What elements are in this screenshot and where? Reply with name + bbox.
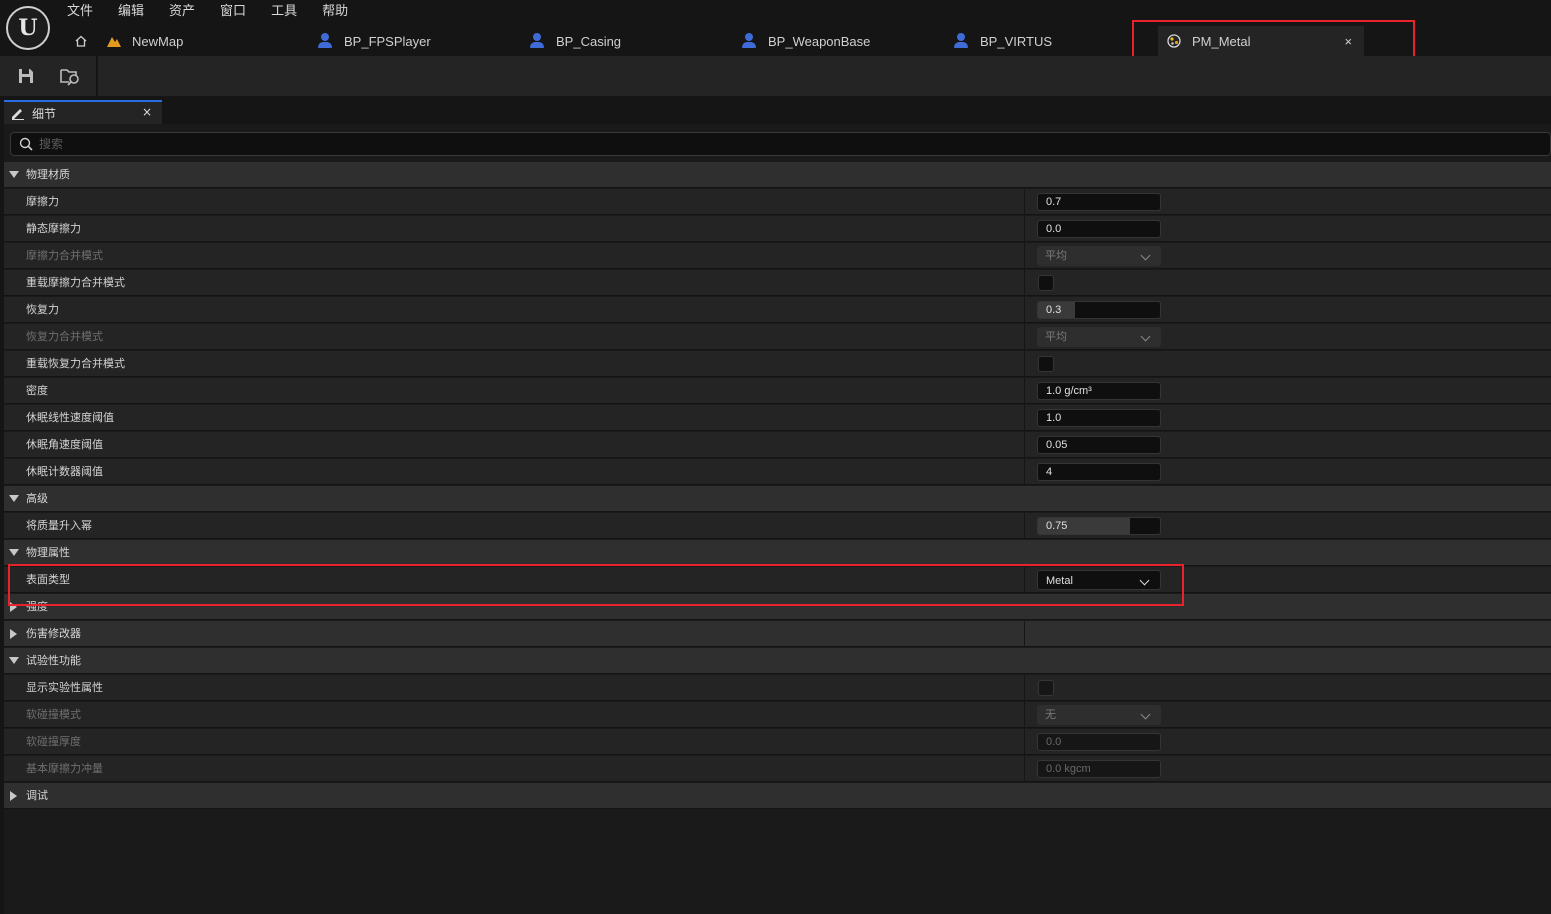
menu-help[interactable]: 帮助 xyxy=(321,2,360,22)
asset-toolbar xyxy=(0,56,1551,96)
section-advanced[interactable]: 高级 xyxy=(4,486,1551,512)
chevron-down-icon xyxy=(1140,250,1151,261)
prop-static-friction: 静态摩擦力 0.0 xyxy=(4,216,1551,242)
details-tab[interactable]: 细节 × xyxy=(4,100,162,124)
tab-label: PM_Metal xyxy=(1192,33,1251,49)
menu-asset[interactable]: 资产 xyxy=(168,2,207,22)
prop-friction: 摩擦力 0.7 xyxy=(4,189,1551,215)
sleep-linear-velocity-threshold-field[interactable]: 1.0 xyxy=(1037,409,1161,427)
section-physical-material[interactable]: 物理材质 xyxy=(4,162,1551,188)
section-strength[interactable]: 强度 xyxy=(4,594,1551,620)
prop-sleep-counter-threshold: 休眠计数器阈值 4 xyxy=(4,459,1551,485)
prop-restitution: 恢复力 0.3 xyxy=(4,297,1551,323)
level-map-icon xyxy=(107,37,121,47)
friction-field[interactable]: 0.7 xyxy=(1037,193,1161,211)
override-restitution-combine-mode-checkbox[interactable] xyxy=(1038,356,1054,372)
tab-bp-weaponbase[interactable]: BP_WeaponBase xyxy=(742,26,870,56)
expand-arrow-icon[interactable] xyxy=(9,657,19,664)
prop-density: 密度 1.0 g/cm³ xyxy=(4,378,1551,404)
surface-type-dropdown[interactable]: Metal xyxy=(1037,570,1161,590)
prop-surface-type: 表面类型 Metal xyxy=(4,567,1551,593)
tab-label: BP_Casing xyxy=(556,33,622,49)
prop-override-friction-combine-mode: 重载摩擦力合并模式 xyxy=(4,270,1551,296)
expand-arrow-icon[interactable] xyxy=(9,549,19,556)
tab-bp-casing[interactable]: BP_Casing xyxy=(530,26,621,56)
tab-pm-metal[interactable]: PM_Metal × xyxy=(1158,26,1365,56)
base-friction-impulse-field[interactable]: 0.0 kgcm xyxy=(1037,760,1161,778)
menu-file[interactable]: 文件 xyxy=(66,2,105,22)
prop-friction-combine-mode: 摩擦力合并模式 平均 xyxy=(4,243,1551,269)
menu-edit[interactable]: 编辑 xyxy=(117,2,156,22)
save-button[interactable] xyxy=(14,64,38,88)
tab-newmap[interactable]: NewMap xyxy=(106,26,183,56)
save-icon xyxy=(19,69,33,83)
tab-bp-fpsplayer[interactable]: BP_FPSPlayer xyxy=(318,26,431,56)
toolbar-divider xyxy=(96,56,98,96)
section-physical-properties[interactable]: 物理属性 xyxy=(4,540,1551,566)
details-tab-label: 细节 xyxy=(32,106,57,121)
close-icon[interactable]: × xyxy=(1345,34,1353,49)
search-input[interactable] xyxy=(39,137,1439,151)
restitution-slider[interactable]: 0.3 xyxy=(1037,301,1161,319)
blueprint-icon xyxy=(954,33,970,49)
expand-arrow-icon[interactable] xyxy=(9,495,19,502)
sleep-angular-velocity-threshold-field[interactable]: 0.05 xyxy=(1037,436,1161,454)
browse-to-asset-button[interactable] xyxy=(58,64,82,88)
details-panel: 物理材质 摩擦力 0.7 静态摩擦力 0.0 摩擦力合并模式 平均 重载摩擦力合… xyxy=(4,124,1551,914)
blueprint-icon xyxy=(742,33,758,49)
menu-window[interactable]: 窗口 xyxy=(219,2,258,22)
edit-pencil-icon xyxy=(12,109,24,120)
prop-sleep-linear-velocity-threshold: 休眠线性速度阈值 1.0 xyxy=(4,405,1551,431)
blueprint-icon xyxy=(318,33,334,49)
raise-mass-to-power-slider[interactable]: 0.75 xyxy=(1037,517,1161,535)
home-tab[interactable] xyxy=(74,26,88,56)
prop-sleep-angular-velocity-threshold: 休眠角速度阈值 0.05 xyxy=(4,432,1551,458)
blueprint-icon xyxy=(530,33,546,49)
static-friction-field[interactable]: 0.0 xyxy=(1037,220,1161,238)
override-friction-combine-mode-checkbox[interactable] xyxy=(1038,275,1054,291)
expand-arrow-icon[interactable] xyxy=(9,171,19,178)
prop-soft-collision-mode: 软碰撞模式 无 xyxy=(4,702,1551,728)
collapse-arrow-icon[interactable] xyxy=(10,791,17,801)
tab-label: BP_VIRTUS xyxy=(980,33,1053,49)
chevron-down-icon xyxy=(1139,575,1150,586)
friction-combine-mode-dropdown[interactable]: 平均 xyxy=(1037,246,1161,266)
collapse-arrow-icon[interactable] xyxy=(10,629,17,639)
tab-label: BP_WeaponBase xyxy=(768,33,871,49)
panel-tab-bar: 细节 × xyxy=(0,96,1551,124)
collapse-arrow-icon[interactable] xyxy=(10,602,17,612)
main-menu: 文件 编辑 资产 窗口 工具 帮助 xyxy=(66,2,372,22)
unreal-engine-logo[interactable]: U xyxy=(6,6,50,50)
physical-material-icon xyxy=(1167,34,1181,48)
prop-restitution-combine-mode: 恢复力合并模式 平均 xyxy=(4,324,1551,350)
density-field[interactable]: 1.0 g/cm³ xyxy=(1037,382,1161,400)
restitution-combine-mode-dropdown[interactable]: 平均 xyxy=(1037,327,1161,347)
sleep-counter-threshold-field[interactable]: 4 xyxy=(1037,463,1161,481)
tab-label: NewMap xyxy=(132,33,184,49)
prop-base-friction-impulse: 基本摩擦力冲量 0.0 kgcm xyxy=(4,756,1551,782)
browse-to-asset-icon xyxy=(60,69,79,86)
search-icon xyxy=(19,137,33,151)
section-damage-modifier[interactable]: 伤害修改器 xyxy=(4,621,1551,647)
title-bar: U 文件 编辑 资产 窗口 工具 帮助 NewMap BP_FPSPlayer … xyxy=(0,0,1551,56)
show-experimental-properties-checkbox[interactable] xyxy=(1038,680,1054,696)
soft-collision-thickness-field[interactable]: 0.0 xyxy=(1037,733,1161,751)
tab-label: BP_FPSPlayer xyxy=(344,33,431,49)
prop-soft-collision-thickness: 软碰撞厚度 0.0 xyxy=(4,729,1551,755)
tab-bp-virtus[interactable]: BP_VIRTUS xyxy=(954,26,1052,56)
prop-show-experimental-properties: 显示实验性属性 xyxy=(4,675,1551,701)
close-icon[interactable]: × xyxy=(142,105,152,119)
home-icon xyxy=(75,35,87,47)
prop-override-restitution-combine-mode: 重载恢复力合并模式 xyxy=(4,351,1551,377)
search-box[interactable] xyxy=(10,132,1551,156)
prop-raise-mass-to-power: 将质量升入幂 0.75 xyxy=(4,513,1551,539)
menu-tools[interactable]: 工具 xyxy=(270,2,309,22)
section-debug[interactable]: 调试 xyxy=(4,783,1551,809)
section-experimental[interactable]: 试验性功能 xyxy=(4,648,1551,674)
soft-collision-mode-dropdown[interactable]: 无 xyxy=(1037,705,1161,725)
chevron-down-icon xyxy=(1140,331,1151,342)
chevron-down-icon xyxy=(1140,709,1151,720)
